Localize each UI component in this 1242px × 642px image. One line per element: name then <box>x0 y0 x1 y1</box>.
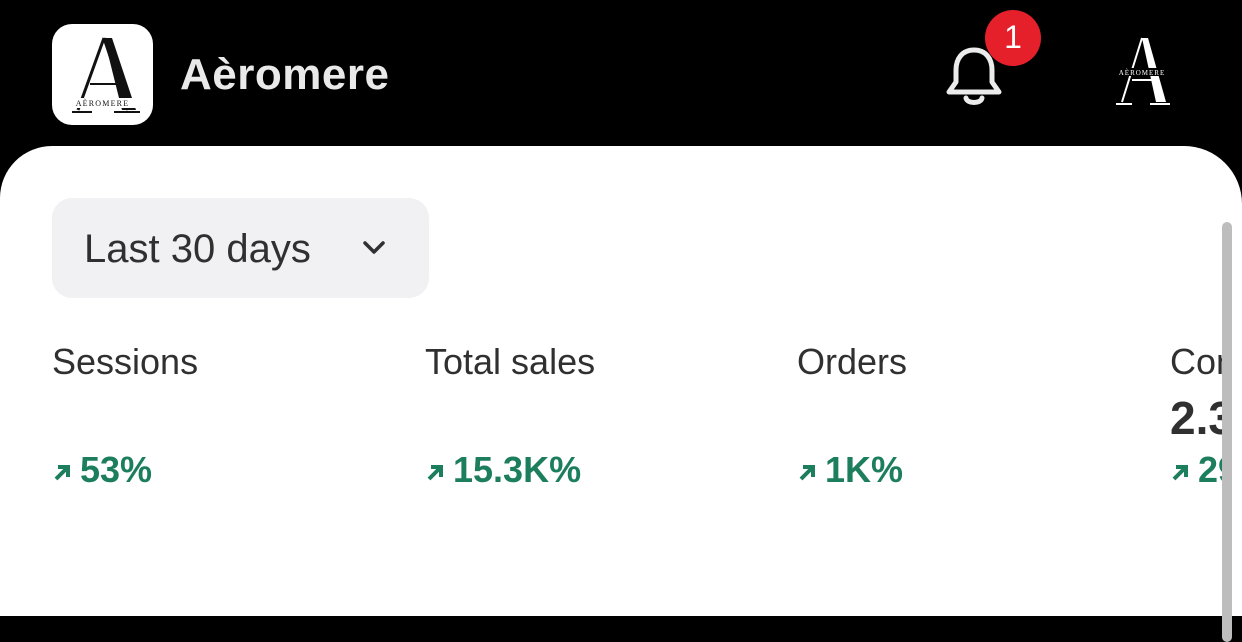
arrow-up-right-icon <box>799 465 815 481</box>
metric-sessions[interactable]: Sessions 53% <box>52 341 199 490</box>
metric-conversion[interactable]: Con 2.3 29 <box>1170 342 1222 502</box>
metric-orders[interactable]: Orders 1K% <box>797 341 908 490</box>
metric-trend: 1K% <box>797 450 903 490</box>
top-bar: AÈROMERE Aèromere 1 AÈROMERE <box>0 0 1242 150</box>
vertical-scrollbar[interactable] <box>1222 222 1232 642</box>
metric-title: Sessions <box>52 341 199 382</box>
metric-trend-value: 53% <box>80 449 153 490</box>
metric-total-sales[interactable]: Total sales 15.3K% <box>425 341 596 490</box>
avatar-wordmark: AÈROMERE <box>1119 69 1166 77</box>
metric-trend-value: 29 <box>1198 449 1222 490</box>
aeromere-logo-icon: AÈROMERE <box>62 37 143 113</box>
metric-title: Total sales <box>425 341 596 382</box>
notification-badge: 1 <box>985 10 1041 66</box>
metric-trend: 15.3K% <box>425 450 581 490</box>
logo-wordmark: AÈROMERE <box>76 98 130 108</box>
store-avatar[interactable]: AÈROMERE <box>1100 30 1184 114</box>
date-range-label: Last 30 days <box>84 227 311 271</box>
app-logo[interactable]: AÈROMERE <box>52 24 153 125</box>
app-name: Aèromere <box>180 50 390 99</box>
aeromere-avatar-icon: AÈROMERE <box>1106 37 1178 105</box>
arrow-up-right-icon <box>54 465 70 481</box>
metric-value: 2.3 <box>1170 392 1222 444</box>
metric-trend-value: 1K% <box>825 449 904 490</box>
date-range-dropdown[interactable]: Last 30 days <box>52 198 429 298</box>
analytics-card: Last 30 days Sessions 53% Total sales 15… <box>0 146 1242 642</box>
metric-title: Con <box>1170 342 1222 382</box>
metric-trend-value: 15.3K% <box>453 449 582 490</box>
arrow-up-right-icon <box>427 465 443 481</box>
metric-trend: 53% <box>52 450 152 490</box>
arrow-up-right-icon <box>1172 465 1188 481</box>
chevron-down-icon <box>363 241 385 254</box>
metric-trend: 29 <box>1170 450 1222 490</box>
metric-title: Orders <box>797 341 908 382</box>
